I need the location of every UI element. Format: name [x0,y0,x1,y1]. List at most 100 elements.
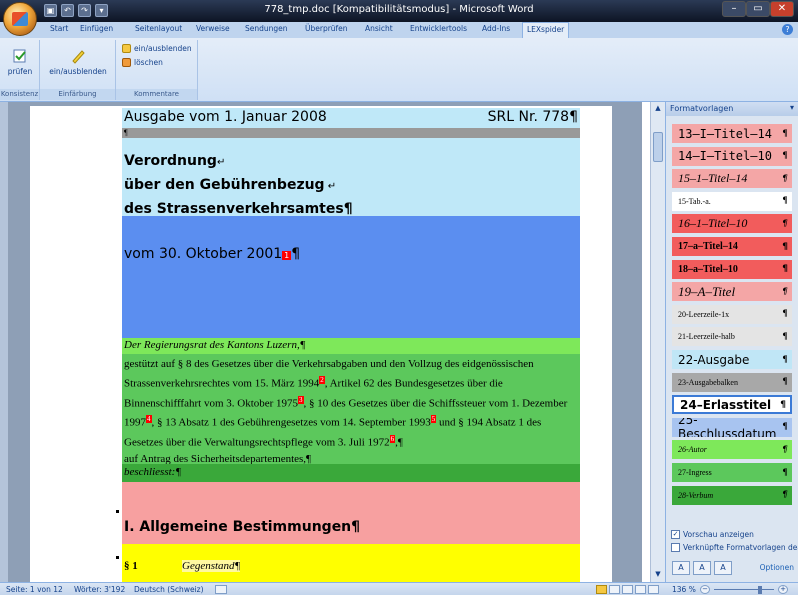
kommentare-toggle-button[interactable]: ein/ausblenden [122,44,192,53]
close-button[interactable]: ✕ [770,1,794,17]
style-item[interactable]: 24–Erlasstitel ¶ [672,395,792,415]
style-item[interactable]: 27-Ingress ¶ [672,463,792,482]
style-item[interactable]: 28-Verbum ¶ [672,485,792,505]
style-item[interactable]: 15–1–Titel–14 ¶ [672,169,792,189]
kommentare-delete-button[interactable]: löschen [122,58,163,67]
tab-ueberpruefen[interactable]: Überprüfen [305,24,348,33]
help-icon[interactable]: ? [782,24,793,35]
erlasstitel-block[interactable]: Verordnung↵ über den Gebührenbezug ↵ des… [122,138,580,217]
zoom-out-icon[interactable]: − [700,585,710,594]
style-item-label: 25-Beschlussdatum [678,417,777,437]
scrollbar-thumb[interactable] [653,132,663,162]
group-kommentare: ein/ausblenden löschen Kommentare [116,40,198,100]
tab-start[interactable]: Start [50,24,68,33]
style-item[interactable]: 26-Autor ¶ [672,440,792,460]
style-item[interactable]: 18–a–Titel–10 ¶ [672,259,792,279]
paragraph-number: § 1 [124,560,138,572]
language-indicator[interactable]: Deutsch (Schweiz) [134,585,204,594]
group-konsistenz: prüfen Konsistenz [0,40,40,100]
new-style-icon[interactable]: A [672,561,690,575]
outline-view-icon[interactable] [635,585,646,594]
style-item[interactable]: 25-Beschlussdatum ¶ [672,417,792,437]
style-item[interactable]: 15-Tab.-a. ¶ [672,191,792,211]
pane-dropdown-icon[interactable]: ▾ [790,103,794,112]
scroll-down-icon[interactable]: ▼ [653,570,663,580]
style-item-label: 18–a–Titel–10 [678,263,738,275]
left-ruler [0,102,8,582]
tab-entwicklertools[interactable]: Entwicklertools [410,24,467,33]
title-line-1: Verordnung [124,153,217,169]
tab-seitenlayout[interactable]: Seitenlayout [135,24,182,33]
office-button[interactable] [3,2,37,36]
optionen-link[interactable]: Optionen [760,563,794,572]
tab-lexspider[interactable]: LEXspider [522,22,570,38]
verknuepfte-checkbox[interactable]: Verknüpfte Formatvorlagen dea [671,543,798,552]
style-item-label: 15-Tab.-a. [678,196,711,206]
minimize-button[interactable]: – [722,1,746,17]
macro-recorder-icon[interactable] [215,585,227,594]
paragraph-style-icon: ¶ [782,422,788,433]
style-item-label: 21-Leerzeile-halb [678,332,735,342]
zoom-level[interactable]: 136 % [672,585,696,594]
scroll-up-icon[interactable]: ▲ [653,104,663,114]
check-document-icon [13,49,26,63]
print-layout-view-icon[interactable] [596,585,607,594]
ausgabe-balken[interactable]: ¶ [122,128,580,138]
style-item[interactable]: 16–1–Titel–10 ¶ [672,214,792,234]
window-title: 778_tmp.doc [Kompatibilitätsmodus] - Mic… [264,4,534,15]
footnote-marker[interactable]: 1 [282,251,292,260]
kommentare-delete-label: löschen [134,58,163,67]
highlighter-icon [72,50,85,64]
pruefen-label: prüfen [7,67,33,76]
style-item[interactable]: 21-Leerzeile-halb ¶ [672,327,792,347]
style-item-label: 14–I–Titel–10 [678,149,772,164]
ribbon: prüfen Konsistenz ein/ausblenden Einfärb… [0,38,798,102]
web-layout-view-icon[interactable] [622,585,633,594]
paragraph-style-icon: ¶ [782,218,788,229]
vertical-scrollbar[interactable]: ▲ ▼ [650,102,665,582]
page-count[interactable]: Seite: 1 von 12 [6,585,63,594]
ausgabe-text: Ausgabe vom 1. Januar 2008 [124,109,327,125]
full-screen-view-icon[interactable] [609,585,620,594]
zoom-in-icon[interactable]: + [778,585,788,594]
maximize-button[interactable]: ▭ [746,1,770,17]
vorschau-checkbox[interactable]: ✓ Vorschau anzeigen [671,530,754,539]
paragraph-style-icon: ¶ [782,490,788,501]
tab-einfuegen[interactable]: Einfügen [80,24,113,33]
tab-ansicht[interactable]: Ansicht [365,24,393,33]
pruefen-button[interactable]: prüfen [4,48,36,76]
status-bar: Seite: 1 von 12 Wörter: 3'192 Deutsch (S… [0,582,798,595]
tab-sendungen[interactable]: Sendungen [245,24,288,33]
draft-view-icon[interactable] [648,585,659,594]
style-item[interactable]: 19–A–Titel ¶ [672,282,792,302]
tab-add-ins[interactable]: Add-Ins [482,24,510,33]
paragraph-style-icon: ¶ [782,196,788,207]
section-heading-block[interactable]: I. Allgemeine Bestimmungen¶ [122,482,580,544]
style-item[interactable]: 23-Ausgabebalken ¶ [672,372,792,392]
ingress-text: , § 13 Absatz 1 des Gebührengesetzes vom… [151,416,431,429]
style-item[interactable]: 20-Leerzeile-1x ¶ [672,304,792,324]
style-item[interactable]: 17–a–Titel–14 ¶ [672,237,792,256]
style-item[interactable]: 14–I–Titel–10 ¶ [672,146,792,166]
style-inspector-icon[interactable]: A [693,561,711,575]
zoom-slider-thumb[interactable] [758,586,762,594]
styles-pane-header: Formatvorlagen ▾ [666,102,798,116]
paragraph-style-icon: ¶ [782,264,788,275]
zoom-slider[interactable] [714,589,774,590]
ingress-block[interactable]: gestützt auf § 8 des Gesetzes über die V… [122,354,580,465]
paragraph-heading-block[interactable]: § 1 Gegenstand¶ [122,544,580,582]
manage-styles-icon[interactable]: A [714,561,732,575]
word-count[interactable]: Wörter: 3'192 [74,585,125,594]
einfaerbung-toggle-button[interactable]: ein/ausblenden [44,48,112,76]
paragraph-style-icon: ¶ [782,241,788,252]
style-item[interactable]: 13–I–Titel–14 ¶ [672,124,792,143]
paragraph-style-icon: ¶ [782,354,788,365]
tab-verweise[interactable]: Verweise [196,24,230,33]
autor-line[interactable]: Der Regierungsrat des Kantons Luzern,¶ [122,338,580,354]
document-page[interactable]: Ausgabe vom 1. Januar 2008 SRL Nr. 778¶ … [30,106,612,582]
paragraph-style-icon: ¶ [782,377,788,388]
ausgabe-line[interactable]: Ausgabe vom 1. Januar 2008 SRL Nr. 778¶ [122,108,580,128]
beschlussdatum-block[interactable]: vom 30. Oktober 2001 1 ¶ [122,216,580,338]
verbum-line[interactable]: beschliesst:¶ [122,464,580,482]
style-item[interactable]: 22-Ausgabe ¶ [672,350,792,369]
